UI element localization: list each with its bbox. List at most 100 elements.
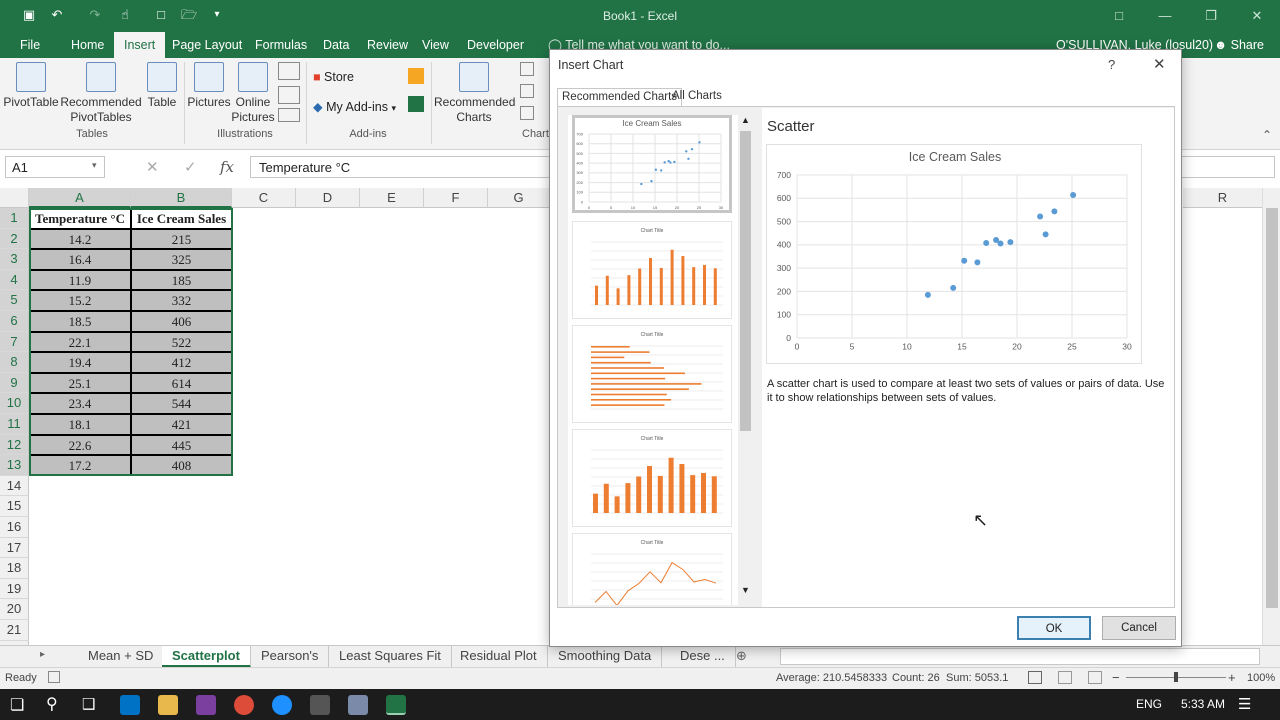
row-header[interactable]: 17 — [0, 537, 29, 559]
table-cell[interactable]: 14.2 — [29, 228, 131, 250]
tab-recommended-charts[interactable]: Recommended Charts — [557, 88, 683, 107]
thumbnail-line[interactable]: Chart Title — [572, 533, 732, 605]
scrollbar-thumb[interactable] — [1266, 208, 1278, 608]
store-button[interactable]: ■ Store — [313, 70, 354, 84]
my-addins-button[interactable]: ◆ My Add-ins ▾ — [313, 99, 396, 114]
column-header-g[interactable]: G — [488, 188, 550, 208]
minimize-button[interactable]: — — [1142, 4, 1188, 28]
cancel-button[interactable]: Cancel — [1102, 616, 1176, 640]
table-cell[interactable]: 22.1 — [29, 331, 131, 353]
language-indicator[interactable]: ENG — [1136, 697, 1162, 711]
search-icon[interactable]: ⚲ — [46, 694, 58, 714]
select-all-corner[interactable] — [0, 188, 29, 208]
thumbnail-clustered-column[interactable]: Chart Title — [572, 221, 732, 319]
table-cell[interactable]: 406 — [131, 311, 232, 332]
notifications-icon[interactable]: ☰ — [1238, 695, 1251, 713]
page-layout-view-icon[interactable] — [1058, 671, 1072, 684]
close-button[interactable]: ✕ — [1234, 4, 1280, 28]
scroll-tabs-right-icon[interactable]: ▸ — [40, 649, 45, 660]
sheet-tab-least-squares-fit[interactable]: Least Squares Fit — [329, 646, 452, 668]
row-header[interactable]: 21 — [0, 620, 29, 641]
bing-maps-icon[interactable] — [408, 68, 424, 84]
chart-thumbnail-list[interactable]: 0 5 10 15 20 25 30 0 100 200 300 400 500 600 700 Ice Cr… — [568, 115, 738, 605]
ribbon-display-icon[interactable]: □ — [1096, 4, 1142, 28]
onenote-icon[interactable] — [196, 695, 216, 715]
table-cell[interactable]: 421 — [131, 414, 232, 435]
table-cell[interactable]: 544 — [131, 393, 232, 414]
table-cell[interactable]: 17.2 — [29, 455, 131, 476]
table-cell[interactable]: 522 — [131, 331, 232, 353]
column-header-d[interactable]: D — [296, 188, 360, 208]
name-box[interactable]: A1 — [5, 156, 105, 178]
row-header[interactable]: 6 — [0, 311, 29, 332]
collapse-ribbon-icon[interactable]: ⌃ — [1262, 128, 1272, 142]
share-button[interactable]: ☻ Share — [1204, 32, 1274, 58]
row-header[interactable]: 10 — [0, 393, 29, 414]
tab-formulas[interactable]: Formulas — [245, 32, 317, 58]
edge-icon[interactable] — [272, 695, 292, 715]
sheet-tab-pearsons[interactable]: Pearson's — [251, 646, 330, 668]
zoom-slider-thumb[interactable] — [1174, 672, 1178, 682]
zoom-in-icon[interactable]: + — [1228, 670, 1236, 685]
file-explorer-icon[interactable] — [158, 695, 178, 715]
row-header[interactable]: 13 — [0, 455, 29, 476]
row-header[interactable]: 4 — [0, 269, 29, 291]
macro-record-icon[interactable] — [48, 671, 60, 683]
column-header-r[interactable]: R — [1183, 188, 1263, 208]
online-pictures-button[interactable]: Online Pictures — [231, 58, 275, 125]
table-cell[interactable]: 15.2 — [29, 290, 131, 311]
row-header[interactable]: 2 — [0, 228, 29, 250]
task-view-icon[interactable]: ❑ — [82, 695, 95, 713]
normal-view-icon[interactable] — [1028, 671, 1042, 684]
row-header[interactable]: 18 — [0, 558, 29, 579]
zoom-slider[interactable] — [1126, 672, 1226, 682]
scroll-down-icon[interactable]: ▼ — [741, 585, 750, 595]
clock[interactable]: 5:33 AM — [1181, 697, 1225, 711]
tab-all-charts[interactable]: All Charts — [668, 88, 726, 107]
chrome-icon[interactable] — [234, 695, 254, 715]
table-cell[interactable]: 412 — [131, 352, 232, 373]
pie-chart-icon[interactable] — [520, 106, 534, 120]
outlook-icon[interactable] — [120, 695, 140, 715]
table-cell[interactable]: 215 — [131, 228, 232, 250]
vertical-scrollbar[interactable] — [1262, 188, 1280, 645]
people-graph-icon[interactable] — [408, 96, 424, 112]
table-cell[interactable]: 408 — [131, 455, 232, 476]
line-chart-icon[interactable] — [520, 84, 534, 98]
insert-function-icon[interactable]: fx — [220, 158, 234, 176]
row-header[interactable]: 19 — [0, 578, 29, 600]
dialog-close-icon[interactable]: ✕ — [1153, 55, 1166, 73]
thumbnail-scrollbar-thumb[interactable] — [740, 131, 751, 431]
table-cell[interactable]: 25.1 — [29, 372, 131, 394]
shapes-icon[interactable] — [278, 62, 300, 80]
sheet-tab-residual-plot[interactable]: Residual Plot — [450, 646, 548, 668]
smartart-icon[interactable] — [278, 86, 300, 104]
table-cell[interactable]: 23.4 — [29, 393, 131, 414]
recommended-pivottables-button[interactable]: Recommended PivotTables — [58, 58, 144, 125]
table-cell[interactable]: 11.9 — [29, 269, 131, 291]
thumbnail-column[interactable]: Chart Title — [572, 429, 732, 527]
tab-page-layout[interactable]: Page Layout — [162, 32, 252, 58]
row-header[interactable]: 12 — [0, 434, 29, 456]
maximize-button[interactable]: ❐ — [1188, 4, 1234, 28]
row-header[interactable]: 14 — [0, 475, 29, 497]
row-header[interactable]: 7 — [0, 331, 29, 353]
tab-review[interactable]: Review — [357, 32, 418, 58]
help-button[interactable]: ? — [1108, 57, 1115, 72]
ok-button[interactable]: OK — [1017, 616, 1091, 640]
zoom-out-icon[interactable]: − — [1112, 670, 1120, 685]
page-break-view-icon[interactable] — [1088, 671, 1102, 684]
tab-file[interactable]: File — [10, 32, 50, 58]
windows-start-icon[interactable]: ❏ — [10, 695, 24, 715]
confirm-entry-icon[interactable]: ✓ — [184, 158, 197, 176]
tab-data[interactable]: Data — [313, 32, 359, 58]
name-box-dropdown-icon[interactable]: ▾ — [92, 160, 97, 171]
cancel-entry-icon[interactable]: ✕ — [146, 158, 159, 176]
row-header[interactable]: 11 — [0, 414, 29, 435]
tab-developer[interactable]: Developer — [457, 32, 534, 58]
horizontal-scrollbar[interactable] — [780, 648, 1260, 665]
sheet-tab-dese[interactable]: Dese ... — [670, 646, 736, 668]
table-cell[interactable]: 19.4 — [29, 352, 131, 373]
pictures-button[interactable]: Pictures — [187, 58, 231, 110]
excel-taskbar-icon[interactable] — [386, 695, 406, 715]
